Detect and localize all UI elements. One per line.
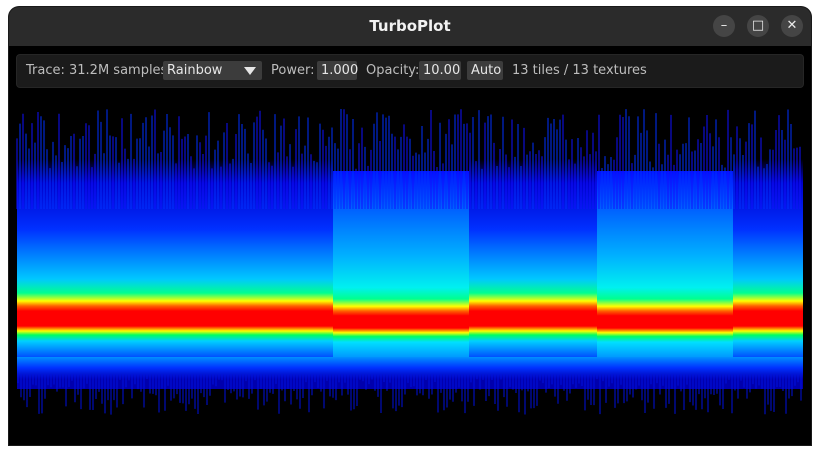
power-label: Power:	[271, 63, 315, 78]
window-title: TurboPlot	[369, 17, 451, 35]
minimize-button[interactable]: –	[713, 15, 735, 37]
trace-label: Trace: 31.2M samples	[26, 63, 168, 78]
waveform-heatmap[interactable]	[9, 89, 811, 445]
power-input[interactable]: 1.000	[317, 61, 359, 80]
tiles-status: 13 tiles / 13 textures	[512, 63, 647, 78]
maximize-button[interactable]: □	[747, 15, 769, 37]
control-panel: Trace: 31.2M samples Rainbow Power: 1.00…	[16, 54, 804, 88]
power-value: 1.000	[321, 63, 359, 78]
auto-button-label: Auto	[471, 63, 502, 78]
opacity-input[interactable]: 10.00	[419, 61, 461, 80]
colormap-dropdown[interactable]: Rainbow	[163, 61, 262, 80]
auto-button[interactable]: Auto	[467, 61, 503, 80]
colormap-value: Rainbow	[167, 63, 223, 78]
opacity-value: 10.00	[423, 63, 461, 78]
opacity-label: Opacity:	[366, 63, 420, 78]
app-window: TurboPlot – □ ✕ Trace: 31.2M samples Rai…	[9, 7, 811, 445]
chevron-down-icon	[244, 67, 256, 75]
close-button[interactable]: ✕	[781, 15, 803, 37]
title-bar[interactable]: TurboPlot – □ ✕	[9, 7, 811, 46]
